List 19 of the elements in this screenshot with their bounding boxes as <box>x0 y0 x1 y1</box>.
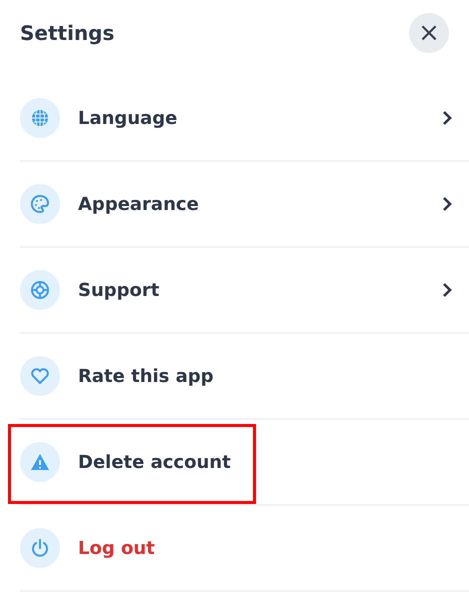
settings-item[interactable]: Rate this app <box>20 334 469 420</box>
settings-item[interactable]: Appearance <box>20 162 469 248</box>
globe-icon <box>20 98 60 138</box>
item-label: Language <box>78 108 178 128</box>
item-label: Appearance <box>78 194 200 214</box>
settings-item[interactable]: Support <box>20 248 469 334</box>
item-label: Log out <box>78 538 156 558</box>
close-button[interactable]: × <box>409 13 449 53</box>
settings-title: Settings <box>20 21 114 45</box>
settings-item[interactable]: Log out <box>20 506 469 592</box>
settings-item[interactable]: Language <box>20 76 469 162</box>
item-label: Support <box>78 280 160 300</box>
item-label: Delete account <box>78 452 232 472</box>
settings-item[interactable]: Delete account <box>20 420 469 506</box>
lifebuoy-icon <box>20 270 60 310</box>
warning-icon <box>20 442 60 482</box>
palette-icon <box>20 184 60 224</box>
power-icon <box>20 528 60 568</box>
item-label: Rate this app <box>78 366 215 386</box>
